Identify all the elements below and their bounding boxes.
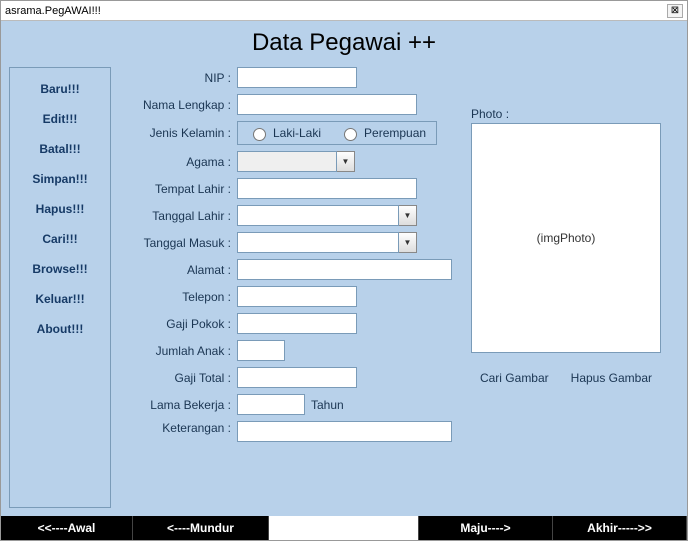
agama-label: Agama : (121, 155, 231, 169)
photo-placeholder: (imgPhoto) (537, 231, 596, 245)
photo-label: Photo : (471, 107, 679, 121)
hapus-gambar-button[interactable]: Hapus Gambar (571, 371, 652, 385)
tgl-masuk-field[interactable] (237, 232, 399, 253)
gaji-total-field[interactable] (237, 367, 357, 388)
tgl-masuk-dropdown-icon[interactable]: ▼ (399, 232, 417, 253)
tempat-label: Tempat Lahir : (121, 182, 231, 196)
sidebar: Baru!!! Edit!!! Batal!!! Simpan!!! Hapus… (9, 67, 111, 508)
close-icon[interactable]: ⊠ (667, 4, 683, 18)
nip-label: NIP : (121, 71, 231, 85)
sidebar-item-keluar[interactable]: Keluar!!! (10, 284, 110, 314)
agama-field[interactable] (237, 151, 337, 172)
alamat-field[interactable] (237, 259, 452, 280)
tgl-lahir-field[interactable] (237, 205, 399, 226)
nav-last-button[interactable]: Akhir----->> (553, 516, 687, 540)
nip-field[interactable] (237, 67, 357, 88)
jk-opt-perempuan[interactable]: Perempuan (339, 125, 426, 141)
window-title: asrama.PegAWAI!!! (5, 5, 667, 17)
jk-radio-laki[interactable] (253, 128, 266, 141)
nav-current (269, 516, 419, 540)
nav-next-button[interactable]: Maju----> (419, 516, 553, 540)
lama-field[interactable] (237, 394, 305, 415)
jumlah-anak-label: Jumlah Anak : (121, 344, 231, 358)
lama-suffix: Tahun (311, 398, 344, 412)
gaji-pokok-field[interactable] (237, 313, 357, 334)
sidebar-item-batal[interactable]: Batal!!! (10, 134, 110, 164)
sidebar-item-simpan[interactable]: Simpan!!! (10, 164, 110, 194)
sidebar-item-hapus[interactable]: Hapus!!! (10, 194, 110, 224)
ket-label: Keterangan : (121, 421, 231, 435)
titlebar: asrama.PegAWAI!!! ⊠ (1, 1, 687, 21)
nama-field[interactable] (237, 94, 417, 115)
jk-opt-laki[interactable]: Laki-Laki (248, 125, 321, 141)
form: NIP : Nama Lengkap : Jenis Kelamin : Lak… (121, 67, 461, 508)
ket-field[interactable] (237, 421, 452, 442)
agama-dropdown-icon[interactable]: ▼ (337, 151, 355, 172)
jk-label: Jenis Kelamin : (121, 126, 231, 140)
sidebar-item-browse[interactable]: Browse!!! (10, 254, 110, 284)
lama-label: Lama Bekerja : (121, 398, 231, 412)
tgl-masuk-label: Tanggal Masuk : (121, 236, 231, 250)
nav-prev-button[interactable]: <----Mundur (133, 516, 269, 540)
sidebar-item-about[interactable]: About!!! (10, 314, 110, 344)
tgl-lahir-dropdown-icon[interactable]: ▼ (399, 205, 417, 226)
page-title: Data Pegawai ++ (1, 21, 687, 67)
jk-radio-perempuan[interactable] (344, 128, 357, 141)
sidebar-item-cari[interactable]: Cari!!! (10, 224, 110, 254)
tgl-lahir-label: Tanggal Lahir : (121, 209, 231, 223)
gaji-total-label: Gaji Total : (121, 371, 231, 385)
tempat-field[interactable] (237, 178, 417, 199)
jumlah-anak-field[interactable] (237, 340, 285, 361)
cari-gambar-button[interactable]: Cari Gambar (480, 371, 549, 385)
nav-first-button[interactable]: <<----Awal (1, 516, 133, 540)
gaji-pokok-label: Gaji Pokok : (121, 317, 231, 331)
telepon-field[interactable] (237, 286, 357, 307)
alamat-label: Alamat : (121, 263, 231, 277)
photo-box: (imgPhoto) (471, 123, 661, 353)
nama-label: Nama Lengkap : (121, 98, 231, 112)
telepon-label: Telepon : (121, 290, 231, 304)
jk-group: Laki-Laki Perempuan (237, 121, 437, 145)
sidebar-item-edit[interactable]: Edit!!! (10, 104, 110, 134)
nav-footer: <<----Awal <----Mundur Maju----> Akhir--… (1, 516, 687, 540)
sidebar-item-baru[interactable]: Baru!!! (10, 74, 110, 104)
